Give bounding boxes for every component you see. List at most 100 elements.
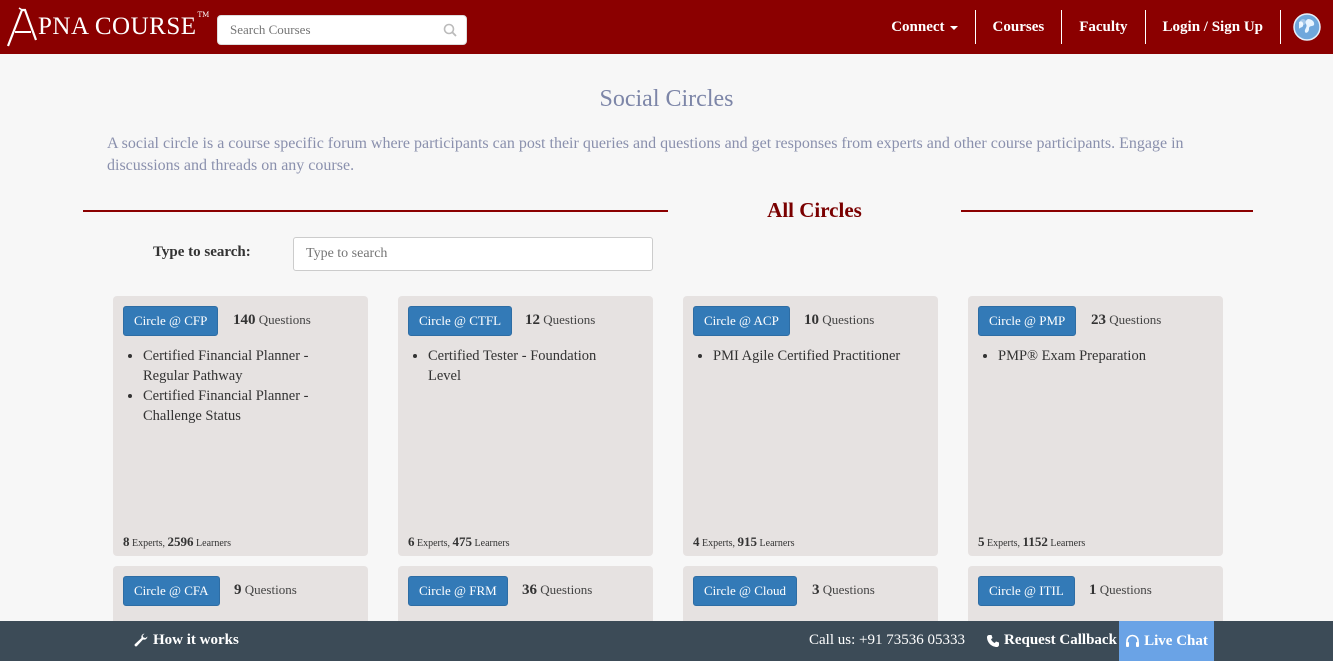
questions-count[interactable]: 3 Questions — [812, 582, 875, 599]
questions-number: 3 — [812, 582, 820, 598]
circle-card-itil: Circle @ ITIL 1 Questions — [968, 566, 1223, 626]
learners-label: Learners — [759, 538, 795, 549]
request-callback-button[interactable]: Request Callback — [986, 632, 1117, 649]
experts-count: 6 — [408, 534, 415, 549]
circle-button[interactable]: Circle @ CFA — [123, 576, 220, 606]
brand-logo[interactable]: PNA COURSE TM — [6, 6, 209, 48]
circle-search-label: Type to search: — [153, 244, 251, 260]
experts-label: Experts, — [702, 538, 736, 549]
questions-label: Questions — [1109, 312, 1162, 327]
nav-connect-dropdown[interactable]: Connect — [874, 10, 976, 44]
circle-card-cfp: Circle @ CFP 140 Questions Certified Fin… — [113, 296, 368, 556]
nav-links: Connect Courses Faculty Login / Sign Up — [874, 0, 1333, 54]
course-item[interactable]: PMP® Exam Preparation — [998, 346, 1213, 366]
questions-number: 23 — [1091, 312, 1106, 328]
how-it-works-link[interactable]: How it works — [134, 632, 239, 649]
questions-count[interactable]: 23 Questions — [1091, 312, 1161, 329]
circle-card-acp: Circle @ ACP 10 Questions PMI Agile Cert… — [683, 296, 938, 556]
experts-count: 4 — [693, 534, 700, 549]
learners-count: 475 — [452, 534, 473, 549]
intro-text: A social circle is a course specific for… — [107, 135, 1184, 174]
circle-card-cloud: Circle @ Cloud 3 Questions — [683, 566, 938, 626]
questions-number: 36 — [522, 582, 537, 598]
headset-icon — [1125, 634, 1140, 649]
top-navbar: PNA COURSE TM Connect Courses Faculty Lo… — [0, 0, 1333, 54]
card-stats: 8 Experts, 2596 Learners — [123, 534, 231, 550]
questions-label: Questions — [1099, 582, 1152, 597]
globe-icon — [1293, 13, 1321, 41]
language-globe-button[interactable] — [1281, 0, 1333, 54]
nav-login-label: Login / Sign Up — [1162, 18, 1263, 35]
learners-count: 2596 — [167, 534, 194, 549]
experts-count: 5 — [978, 534, 985, 549]
circle-card-ctfl: Circle @ CTFL 12 Questions Certified Tes… — [398, 296, 653, 556]
learners-count: 915 — [737, 534, 758, 549]
caret-down-icon — [949, 26, 958, 30]
nav-courses-link[interactable]: Courses — [976, 10, 1063, 44]
questions-count[interactable]: 12 Questions — [525, 312, 595, 329]
experts-count: 8 — [123, 534, 130, 549]
nav-search-box — [217, 15, 467, 45]
questions-number: 1 — [1089, 582, 1097, 598]
questions-number: 9 — [234, 582, 242, 598]
section-divider-right — [961, 210, 1253, 212]
learners-count: 1152 — [1022, 534, 1048, 549]
experts-label: Experts, — [417, 538, 451, 549]
card-stats: 6 Experts, 475 Learners — [408, 534, 510, 550]
circle-card-frm: Circle @ FRM 36 Questions — [398, 566, 653, 626]
trademark-mark: TM — [197, 11, 210, 19]
circle-button[interactable]: Circle @ FRM — [408, 576, 508, 606]
nav-courses-label: Courses — [992, 18, 1045, 35]
circle-button[interactable]: Circle @ ITIL — [978, 576, 1075, 606]
nav-connect-label: Connect — [891, 18, 945, 35]
circle-button[interactable]: Circle @ PMP — [978, 306, 1077, 336]
bottom-bar: How it works Call us: +91 73536 05333 Re… — [0, 621, 1333, 661]
circle-button[interactable]: Circle @ CTFL — [408, 306, 513, 336]
section-title: All Circles — [767, 198, 862, 222]
questions-number: 140 — [233, 312, 256, 328]
circle-card-pmp: Circle @ PMP 23 Questions PMP® Exam Prep… — [968, 296, 1223, 556]
questions-label: Questions — [244, 582, 297, 597]
nav-search-input[interactable] — [218, 16, 466, 44]
card-stats: 5 Experts, 1152 Learners — [978, 534, 1085, 550]
circle-button[interactable]: Circle @ CFP — [123, 306, 219, 336]
course-item[interactable]: Certified Tester - Foundation Level — [428, 346, 628, 386]
course-list: Certified Tester - Foundation Level — [428, 346, 628, 386]
questions-count[interactable]: 10 Questions — [804, 312, 874, 329]
nav-faculty-label: Faculty — [1079, 18, 1128, 35]
course-list: PMP® Exam Preparation — [998, 346, 1213, 366]
circle-card-cfa: Circle @ CFA 9 Questions — [113, 566, 368, 626]
logo-text: PNA COURSE — [38, 13, 197, 40]
questions-number: 12 — [525, 312, 540, 328]
questions-label: Questions — [822, 312, 875, 327]
call-us-text: Call us: +91 73536 05333 — [809, 632, 965, 648]
questions-label: Questions — [543, 312, 596, 327]
course-list: Certified Financial Planner - Regular Pa… — [143, 346, 343, 426]
questions-label: Questions — [258, 312, 311, 327]
questions-number: 10 — [804, 312, 819, 328]
search-icon[interactable] — [443, 23, 457, 37]
questions-count[interactable]: 36 Questions — [522, 582, 592, 599]
circle-button[interactable]: Circle @ ACP — [693, 306, 790, 336]
questions-label: Questions — [540, 582, 593, 597]
logo-a-icon — [6, 7, 38, 47]
course-item[interactable]: Certified Financial Planner - Regular Pa… — [143, 346, 343, 386]
experts-label: Experts, — [987, 538, 1021, 549]
how-it-works-label: How it works — [153, 632, 239, 648]
nav-faculty-link[interactable]: Faculty — [1062, 10, 1146, 44]
page-title: Social Circles — [599, 86, 734, 112]
phone-icon — [986, 634, 1000, 648]
questions-count[interactable]: 140 Questions — [233, 312, 311, 329]
live-chat-label: Live Chat — [1144, 632, 1208, 649]
request-callback-label: Request Callback — [1004, 632, 1117, 648]
questions-count[interactable]: 9 Questions — [234, 582, 297, 599]
live-chat-button[interactable]: Live Chat — [1119, 621, 1214, 661]
course-item[interactable]: Certified Financial Planner - Challenge … — [143, 386, 343, 426]
learners-label: Learners — [196, 538, 232, 549]
course-item[interactable]: PMI Agile Certified Practitioner — [713, 346, 928, 366]
circle-button[interactable]: Circle @ Cloud — [693, 576, 798, 606]
questions-count[interactable]: 1 Questions — [1089, 582, 1152, 599]
course-list: PMI Agile Certified Practitioner — [713, 346, 928, 366]
circle-search-input[interactable] — [294, 238, 652, 270]
nav-login-link[interactable]: Login / Sign Up — [1146, 10, 1281, 44]
